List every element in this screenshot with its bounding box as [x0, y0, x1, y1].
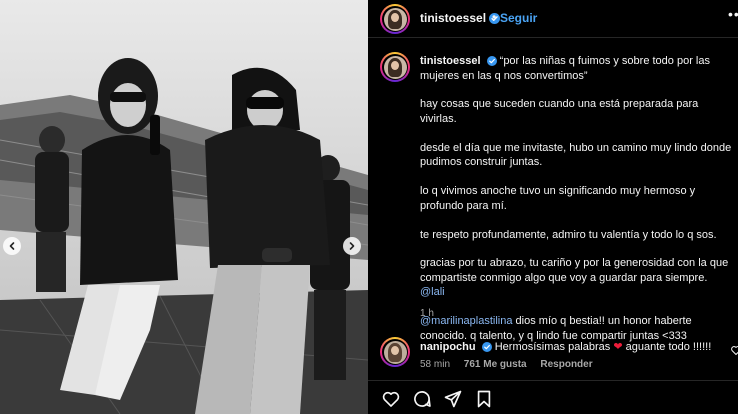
header-username[interactable]: tinistoessel — [420, 11, 501, 25]
comment-body: nanipochu Hermosísimas palabras ❤ aguant… — [420, 340, 711, 353]
header-separator: • — [492, 10, 497, 24]
carousel-next-button[interactable] — [343, 237, 361, 255]
caption-username[interactable]: tinistoessel — [420, 55, 481, 67]
caption-paragraph-2: desde el día que me invitaste, hubo un c… — [420, 141, 732, 169]
more-options-icon[interactable]: ••• — [728, 6, 738, 22]
red-heart-emoji-icon: ❤ — [613, 341, 623, 353]
caption-avatar[interactable] — [380, 52, 410, 82]
reply-button[interactable]: Responder — [540, 359, 592, 370]
post-caption: tinistoessel “por las niñas q fuimos y s… — [420, 54, 732, 358]
comment-meta: 58 min 761 Me gusta Responder — [420, 359, 604, 370]
author-avatar[interactable] — [380, 4, 410, 34]
caption-paragraph-1: hay cosas que suceden cuando una está pr… — [420, 98, 699, 125]
comment-username[interactable]: nanipochu — [420, 341, 476, 353]
comment-text-after: aguante todo !!!!!! — [625, 341, 712, 353]
comment-time[interactable]: 58 min — [420, 359, 450, 370]
mention-lali-link[interactable]: @lali — [420, 286, 445, 298]
comment-likes[interactable]: 761 Me gusta — [464, 359, 527, 370]
chevron-right-icon — [349, 242, 355, 250]
header-username-text[interactable]: tinistoessel — [420, 11, 486, 25]
save-icon[interactable] — [474, 389, 494, 409]
verified-badge-icon — [486, 56, 497, 67]
heart-icon[interactable] — [381, 389, 401, 409]
post-photo[interactable] — [0, 0, 368, 414]
caption-paragraph-5: gracias por tu abrazo, tu cariño y por l… — [420, 257, 729, 284]
photo-scene — [0, 0, 368, 414]
carousel-prev-button[interactable] — [3, 237, 21, 255]
caption-paragraph-3: lo q vivimos anoche tuvo un significando… — [420, 185, 696, 212]
share-icon[interactable] — [443, 389, 463, 409]
comment-like-heart-icon[interactable] — [730, 344, 738, 356]
post-side-panel: tinistoessel • Seguir ••• tinistoessel “… — [368, 0, 738, 414]
comment-icon[interactable] — [412, 389, 432, 409]
follow-button[interactable]: Seguir — [500, 11, 537, 25]
post-header: tinistoessel • Seguir ••• — [368, 0, 738, 38]
chevron-left-icon — [9, 242, 15, 250]
caption-paragraph-4: te respeto profundamente, admiro tu vale… — [420, 228, 717, 241]
post-actions-bar — [368, 380, 738, 414]
caption-timestamp[interactable]: 1 h — [420, 308, 434, 319]
commenter-avatar[interactable] — [380, 337, 410, 367]
verified-badge-icon — [481, 342, 492, 353]
comment-text: Hermosísimas palabras — [494, 341, 611, 353]
